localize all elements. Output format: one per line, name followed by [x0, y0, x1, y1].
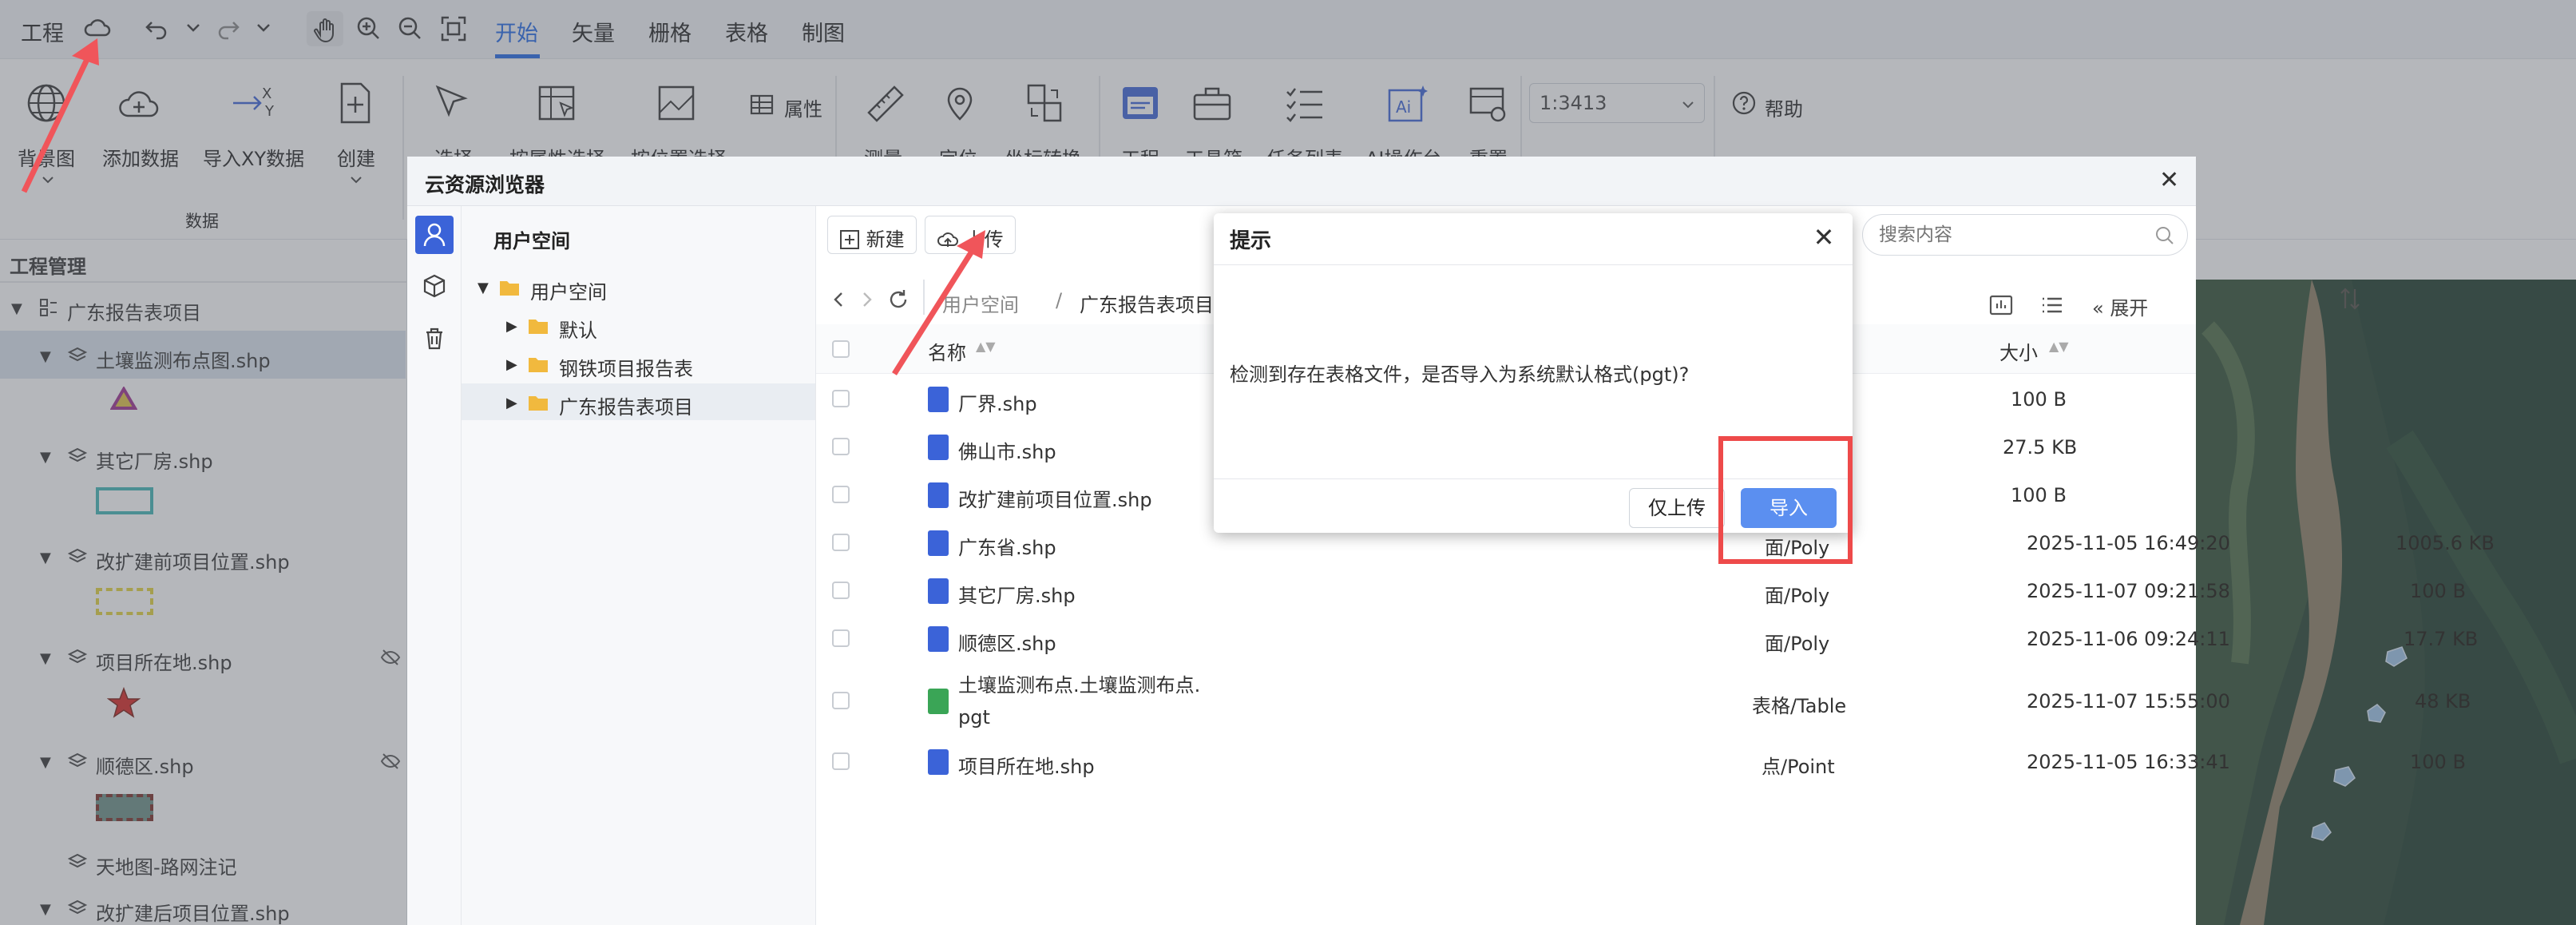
folder-tree: 用户空间 ▼ 用户空间 ▶ 默认 ▶ 钢铁项目报告表 ▶ 广东报告表项目 [462, 206, 816, 925]
file-size: 100 B [2011, 484, 2067, 506]
row-checkbox[interactable] [832, 390, 850, 407]
shapefile-icon [928, 578, 949, 604]
table-file-icon [928, 689, 949, 714]
file-type: 面/Poly [1765, 633, 1830, 655]
trash-icon[interactable] [422, 326, 447, 355]
file-name[interactable]: 其它厂房.shp [958, 580, 1076, 608]
file-date: 2025-11-05 16:49:20 [2027, 532, 2230, 554]
file-date: 2025-11-07 09:21:58 [2027, 580, 2230, 602]
tree-item-user-space[interactable]: 用户空间 [530, 276, 607, 304]
row-checkbox[interactable] [832, 486, 850, 503]
folder-icon [527, 393, 549, 415]
search-icon[interactable] [2154, 224, 2176, 250]
divider [1214, 264, 1853, 265]
file-name-line1[interactable]: 土壤监测布点.土壤监测布点. [958, 669, 1200, 697]
browser-side-nav [407, 206, 462, 925]
cube-icon[interactable] [422, 273, 447, 302]
file-size: 1005.6 KB [2396, 532, 2495, 554]
upload-only-button[interactable]: 仅上传 [1629, 488, 1725, 528]
back-icon[interactable] [829, 289, 850, 313]
file-name-line2[interactable]: pgt [958, 706, 990, 728]
file-name[interactable]: 顺德区.shp [958, 628, 1056, 656]
file-size: 100 B [2410, 580, 2466, 602]
shapefile-icon [928, 435, 949, 460]
browser-title: 云资源浏览器 [425, 173, 545, 197]
annotation-arrow [892, 230, 985, 375]
point-file-icon [928, 749, 949, 775]
expand-label: 展开 [2110, 297, 2149, 320]
row-checkbox[interactable] [832, 629, 850, 647]
folder-icon [527, 355, 549, 377]
file-date: 2025-11-06 09:24:11 [2027, 628, 2230, 650]
row-checkbox[interactable] [832, 752, 850, 770]
caret-down-icon[interactable]: ▼ [478, 280, 489, 296]
row-checkbox[interactable] [832, 534, 850, 551]
tree-item-default[interactable]: 默认 [559, 315, 597, 343]
row-checkbox[interactable] [832, 438, 850, 455]
shapefile-icon [928, 530, 949, 556]
table-row[interactable]: 项目所在地.shp 点/Point 2025-11-05 16:33:41 10… [816, 738, 2466, 786]
close-icon[interactable]: ✕ [2159, 166, 2179, 194]
file-date: 2025-11-07 15:55:00 [2027, 690, 2230, 713]
file-size: 100 B [2410, 751, 2466, 773]
shapefile-icon [928, 482, 949, 508]
tree-item-steel-project[interactable]: 钢铁项目报告表 [559, 353, 693, 381]
tree-header: 用户空间 [493, 230, 570, 252]
caret-right-icon[interactable]: ▶ [506, 395, 517, 411]
tree-item-guangdong-project[interactable]: 广东报告表项目 [559, 391, 693, 419]
file-type: 点/Point [1762, 756, 1835, 778]
sort-icon[interactable] [2338, 286, 2362, 315]
table-row[interactable]: 土壤监测布点.土壤监测布点. pgt 表格/Table 2025-11-07 1… [816, 663, 2471, 738]
caret-right-icon[interactable]: ▶ [506, 356, 517, 373]
folder-icon [498, 278, 521, 300]
forward-icon[interactable] [856, 289, 877, 313]
close-icon[interactable]: ✕ [1806, 220, 1841, 255]
dialog-message: 检测到存在表格文件，是否导入为系统默认格式(pgt)? [1230, 363, 1690, 386]
row-checkbox[interactable] [832, 582, 850, 599]
browser-header: 云资源浏览器 ✕ [407, 157, 2196, 206]
user-space-icon[interactable] [415, 216, 454, 254]
file-size: 100 B [2011, 388, 2067, 411]
file-size: 27.5 KB [2003, 436, 2078, 459]
file-name[interactable]: 广东省.shp [958, 532, 1056, 560]
dialog-title: 提示 [1230, 229, 1272, 253]
highlight-box [1718, 436, 1853, 564]
file-type: 表格/Table [1752, 695, 1847, 717]
table-row[interactable]: 顺德区.shp 面/Poly 2025-11-06 09:24:11 17.7 … [816, 615, 2478, 663]
file-type: 面/Poly [1765, 585, 1830, 607]
file-name[interactable]: 改扩建前项目位置.shp [958, 484, 1152, 512]
file-name[interactable]: 厂界.shp [958, 388, 1037, 416]
breadcrumb-separator: / [1056, 289, 1063, 312]
shapefile-icon [928, 626, 949, 652]
shapefile-icon [928, 387, 949, 412]
file-name[interactable]: 项目所在地.shp [958, 751, 1095, 779]
grid-view-icon[interactable] [1988, 292, 2014, 321]
annotation-arrow [21, 38, 99, 193]
select-all-checkbox[interactable] [832, 340, 850, 358]
row-checkbox[interactable] [832, 692, 850, 709]
plus-square-icon [840, 230, 859, 249]
search-input[interactable] [1879, 223, 2142, 247]
column-size-header[interactable]: 大小 [1999, 337, 2038, 365]
caret-right-icon[interactable]: ▶ [506, 318, 517, 335]
sort-caret-icon[interactable]: ▲▼ [2049, 339, 2069, 354]
file-name[interactable]: 佛山市.shp [958, 436, 1056, 464]
table-row[interactable]: 其它厂房.shp 面/Poly 2025-11-07 09:21:58 100 … [816, 567, 2466, 615]
file-date: 2025-11-05 16:33:41 [2027, 751, 2230, 773]
folder-icon [527, 316, 549, 339]
breadcrumb-current[interactable]: 广东报告表项目 [1080, 289, 1214, 317]
file-size: 48 KB [2415, 690, 2471, 713]
list-view-icon[interactable] [2039, 292, 2065, 321]
file-size: 17.7 KB [2404, 628, 2479, 650]
search-box[interactable] [1862, 214, 2188, 256]
expand-panel-button[interactable]: « 展开 [2092, 292, 2148, 320]
